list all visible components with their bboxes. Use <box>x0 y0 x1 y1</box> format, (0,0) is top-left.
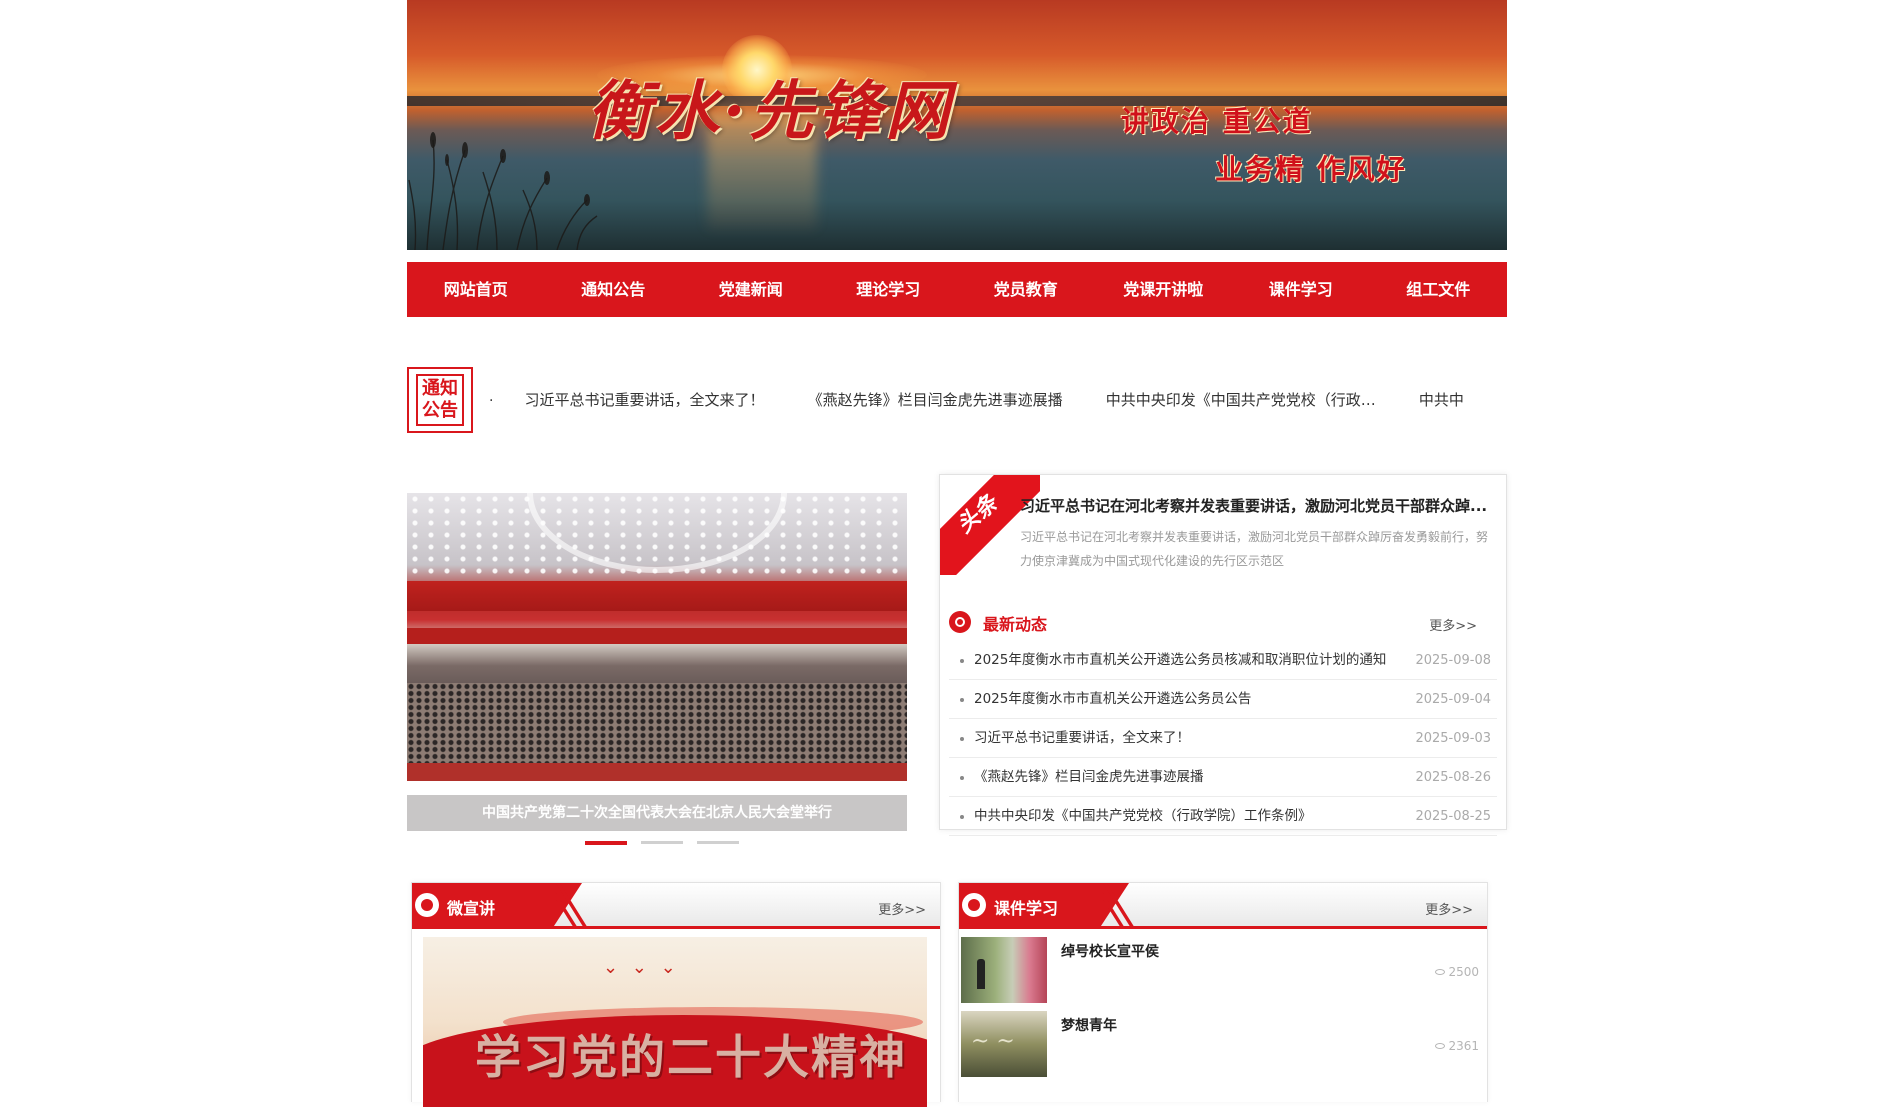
image-slider: 中国共产党第二十次全国代表大会在北京人民大会堂举行 <box>407 493 907 848</box>
latest-news-list: 2025年度衡水市市直机关公开遴选公务员核减和取消职位计划的通知 2025-09… <box>949 641 1497 836</box>
panel-header: 微宣讲 更多>> <box>412 883 940 929</box>
ticker-item[interactable]: 中共中 <box>1419 389 1464 410</box>
ticker-item[interactable]: 《燕赵先锋》栏目闫金虎先进事迹展播 <box>808 389 1063 410</box>
slogan-line-1: 讲政治 重公道 <box>1121 105 1313 138</box>
notice-bar: 通知公告 · 习近平总书记重要讲话，全文来了！ 《燕赵先锋》栏目闫金虎先进事迹展… <box>407 367 1507 435</box>
course-title[interactable]: 绰号校长宣平侯 <box>1061 941 1159 961</box>
decorative-stripes <box>1101 883 1141 929</box>
news-date: 2025-08-26 <box>1415 770 1491 785</box>
news-date: 2025-09-08 <box>1415 653 1491 668</box>
slider-dot[interactable] <box>641 841 683 844</box>
panel-courseware: 课件学习 更多>> 绰号校长宣平侯 2500 ~ ~ 梦想青年 2361 <box>958 882 1488 1102</box>
view-count: 2361 <box>1435 1039 1479 1053</box>
image-headline: 学习党的二十大精神 <box>475 1030 907 1084</box>
eye-icon <box>1435 1043 1446 1049</box>
news-title[interactable]: 2025年度衡水市市直机关公开遴选公务员核减和取消职位计划的通知 <box>974 641 1414 680</box>
view-count: 2500 <box>1435 965 1479 979</box>
main-nav: 网站首页 通知公告 党建新闻 理论学习 党员教育 党课开讲啦 课件学习 组工文件 <box>407 262 1507 317</box>
slider-dot[interactable] <box>585 841 627 845</box>
panel-micro-lecture: 微宣讲 更多>> ⌄ ⌄ ⌄ 学习党的二十大精神 <box>411 882 941 1107</box>
header-banner: 衡水·先锋网 讲政治 重公道 业务精 作风好 <box>407 0 1507 250</box>
panel-more-link[interactable]: 更多>> <box>878 899 926 918</box>
nav-item-theory[interactable]: 理论学习 <box>820 262 958 317</box>
latest-more-link[interactable]: 更多>> <box>1429 615 1477 634</box>
site-title: 衡水·先锋网 <box>587 74 954 149</box>
news-title[interactable]: 《燕赵先锋》栏目闫金虎先进事迹展播 <box>974 758 1414 797</box>
course-title[interactable]: 梦想青年 <box>1061 1015 1117 1035</box>
latest-news-header: 最新动态 更多>> <box>949 605 1489 635</box>
course-item[interactable]: ~ ~ 梦想青年 2361 <box>961 1009 1485 1081</box>
target-icon <box>949 611 971 633</box>
latest-news-title: 最新动态 <box>983 615 1048 634</box>
news-date: 2025-08-25 <box>1415 809 1491 824</box>
eye-icon <box>1435 969 1446 975</box>
decorative-stripes <box>554 883 594 929</box>
news-title[interactable]: 2025年度衡水市市直机关公开遴选公务员公告 <box>974 680 1414 719</box>
course-item[interactable]: 绰号校长宣平侯 2500 <box>961 935 1485 1007</box>
ticker-item[interactable]: 习近平总书记重要讲话，全文来了！ <box>525 389 765 410</box>
target-icon <box>962 893 986 917</box>
target-icon <box>415 893 439 917</box>
birds-icon: ⌄ ⌄ ⌄ <box>603 957 680 978</box>
list-item[interactable]: 2025年度衡水市市直机关公开遴选公务员核减和取消职位计划的通知 2025-09… <box>949 641 1497 680</box>
news-title[interactable]: 中共中央印发《中国共产党党校（行政学院）工作条例》 <box>974 797 1414 836</box>
nav-item-party-news[interactable]: 党建新闻 <box>682 262 820 317</box>
ticker-item[interactable]: 中共中央印发《中国共产党党校（行政… <box>1106 389 1376 410</box>
notice-icon: 通知公告 <box>407 367 473 433</box>
notice-icon-label: 通知公告 <box>416 374 464 426</box>
list-item[interactable]: 2025年度衡水市市直机关公开遴选公务员公告 2025-09-04 <box>949 680 1497 719</box>
nav-item-party-lecture[interactable]: 党课开讲啦 <box>1095 262 1233 317</box>
ticker-bullet: · <box>489 393 494 409</box>
view-count-value: 2500 <box>1448 965 1479 979</box>
course-thumbnail[interactable] <box>961 937 1047 1003</box>
nav-item-courseware[interactable]: 课件学习 <box>1232 262 1370 317</box>
news-box: 头条 习近平总书记在河北考察并发表重要讲话，激励河北党员干部群众踔... 习近平… <box>939 474 1507 836</box>
slider-dot[interactable] <box>697 841 739 844</box>
news-title[interactable]: 习近平总书记重要讲话，全文来了！ <box>974 719 1414 758</box>
course-thumbnail[interactable]: ~ ~ <box>961 1011 1047 1077</box>
notice-ticker: · 习近平总书记重要讲话，全文来了！ 《燕赵先锋》栏目闫金虎先进事迹展播 中共中… <box>489 389 1507 413</box>
nav-item-notice[interactable]: 通知公告 <box>545 262 683 317</box>
panel-title: 课件学习 <box>994 899 1059 918</box>
list-item[interactable]: 习近平总书记重要讲话，全文来了！ 2025-09-03 <box>949 719 1497 758</box>
slogan-line-2: 业务精 作风好 <box>1215 153 1407 186</box>
slide-image[interactable] <box>407 493 907 781</box>
nav-item-org-files[interactable]: 组工文件 <box>1370 262 1508 317</box>
list-item[interactable]: 中共中央印发《中国共产党党校（行政学院）工作条例》 2025-08-25 <box>949 797 1497 836</box>
slider-pagination <box>585 841 739 845</box>
list-item[interactable]: 《燕赵先锋》栏目闫金虎先进事迹展播 2025-08-26 <box>949 758 1497 797</box>
slide-caption[interactable]: 中国共产党第二十次全国代表大会在北京人民大会堂举行 <box>407 795 907 831</box>
headline-title[interactable]: 习近平总书记在河北考察并发表重要讲话，激励河北党员干部群众踔... <box>1020 495 1490 516</box>
headline-summary: 习近平总书记在河北考察并发表重要讲话，激励河北党员干部群众踔厉奋发勇毅前行，努力… <box>1020 530 1489 568</box>
panel-more-link[interactable]: 更多>> <box>1425 899 1473 918</box>
news-date: 2025-09-04 <box>1415 692 1491 707</box>
view-count-value: 2361 <box>1448 1039 1479 1053</box>
nav-item-home[interactable]: 网站首页 <box>407 262 545 317</box>
news-date: 2025-09-03 <box>1415 731 1491 746</box>
panel-header: 课件学习 更多>> <box>959 883 1487 929</box>
panel-title: 微宣讲 <box>447 899 496 918</box>
micro-lecture-image[interactable]: ⌄ ⌄ ⌄ 学习党的二十大精神 <box>423 937 927 1107</box>
nav-item-member-education[interactable]: 党员教育 <box>957 262 1095 317</box>
